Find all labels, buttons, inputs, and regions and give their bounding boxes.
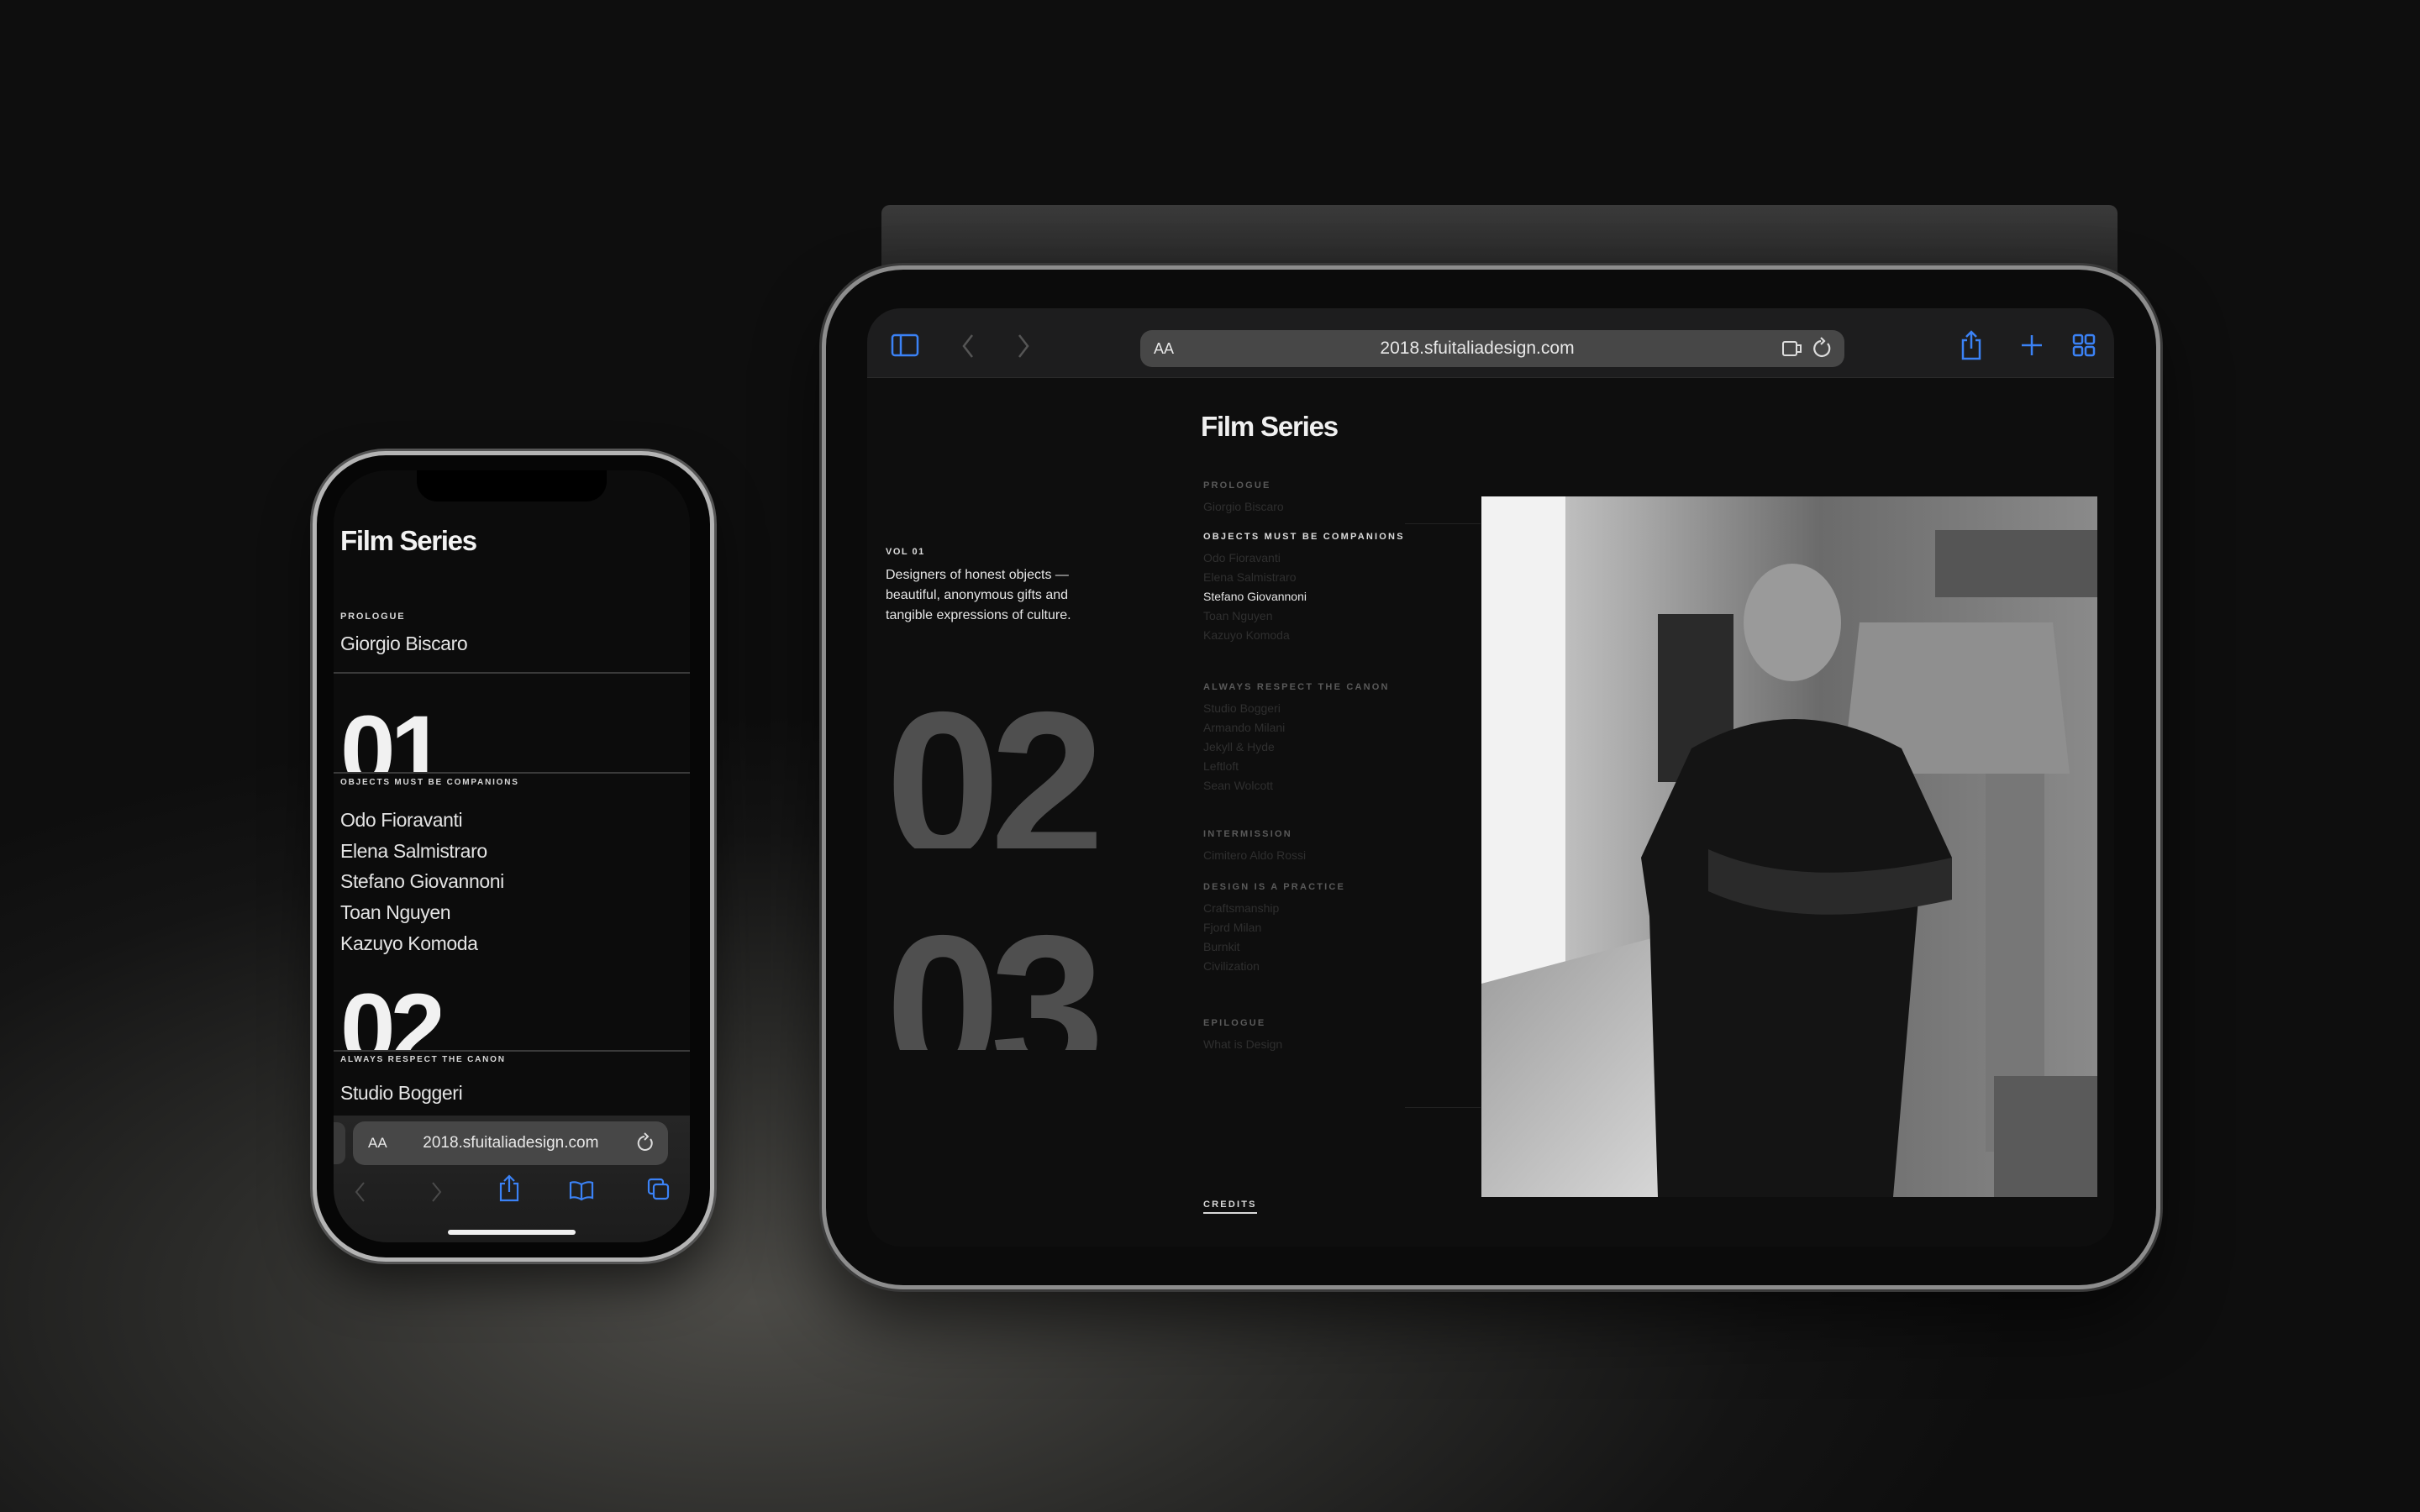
nav-item[interactable]: Toan Nguyen	[1203, 606, 1455, 626]
nav-item[interactable]: Stefano Giovannoni	[340, 866, 504, 897]
chapter-number-text: 02	[886, 678, 1105, 849]
section-label: PROLOGUE	[340, 612, 406, 622]
intro: VOL 01 Designers of honest objects — bea…	[886, 547, 1138, 626]
nav-item[interactable]: Giorgio Biscaro	[1203, 497, 1455, 517]
nav-item[interactable]: Sean Wolcott	[1203, 776, 1455, 795]
nav-item[interactable]: Burnkit	[1203, 937, 1455, 957]
sidebar-icon[interactable]	[891, 333, 919, 357]
nav-item[interactable]: What is Design	[1203, 1035, 1455, 1054]
text-size-button[interactable]: AA	[1154, 340, 1174, 358]
notch	[417, 470, 607, 501]
intro-line: Designers of honest objects —	[886, 568, 1069, 582]
back-icon[interactable]	[352, 1179, 369, 1205]
nav-item[interactable]: Kazuyo Komoda	[1203, 626, 1455, 645]
intro-line: tangible expressions of culture.	[886, 608, 1071, 622]
nav-item[interactable]: Civilization	[1203, 957, 1455, 976]
chapter-number-text: 02	[340, 979, 441, 1050]
text-size-button[interactable]: AA	[368, 1135, 387, 1152]
divider	[334, 772, 690, 774]
divider	[334, 1050, 690, 1052]
chapter-number-02[interactable]: 02	[340, 979, 440, 1050]
share-icon[interactable]	[498, 1174, 520, 1203]
nav-item[interactable]: Studio Boggeri	[1203, 699, 1455, 718]
chapter-number-01[interactable]: 01	[340, 701, 440, 772]
intro-line: beautiful, anonymous gifts and	[886, 588, 1069, 602]
ipad-screen: AA 2018.sfuitaliadesign.com Film Series …	[867, 308, 2114, 1247]
divider	[1405, 1107, 1481, 1108]
nav-section: EPILOGUE What is Design	[1203, 1018, 1455, 1054]
tabs-icon[interactable]	[2072, 333, 2096, 357]
chapter-nav: PROLOGUE Giorgio Biscaro OBJECTS MUST BE C…	[1203, 480, 1455, 1054]
nav-section: PROLOGUE Giorgio Biscaro	[1203, 480, 1455, 517]
reader-icon[interactable]	[1781, 339, 1804, 359]
phone-screen: Film Series PROLOGUE Giorgio Biscaro 01 …	[334, 470, 690, 1242]
bookmarks-icon[interactable]	[569, 1179, 594, 1201]
url-text[interactable]: 2018.sfuitaliadesign.com	[387, 1134, 634, 1152]
nav-item[interactable]: Studio Boggeri	[340, 1082, 463, 1105]
share-icon[interactable]	[1960, 330, 1983, 360]
address-bar[interactable]: AA 2018.sfuitaliadesign.com	[1140, 330, 1844, 367]
home-indicator	[448, 1230, 576, 1235]
nav-item[interactable]: Odo Fioravanti	[340, 805, 504, 836]
nav-item[interactable]: Cimitero Aldo Rossi	[1203, 846, 1455, 865]
portrait-photo	[1481, 496, 2097, 1197]
nav-item[interactable]: Craftsmanship	[1203, 899, 1455, 918]
keyboard-case	[881, 205, 2118, 272]
new-tab-icon[interactable]	[2020, 333, 2044, 357]
nav-section: DESIGN IS A PRACTICE Craftsmanship Fjord M…	[1203, 882, 1455, 976]
nav-item[interactable]: Elena Salmistraro	[340, 836, 504, 867]
section-label[interactable]: OBJECTS MUST BE COMPANIONS	[1203, 532, 1455, 542]
reload-icon[interactable]	[1811, 337, 1836, 360]
chapter-number-02[interactable]: 02	[886, 678, 1188, 849]
credits-link[interactable]: CREDITS	[1203, 1200, 1257, 1214]
tabs-icon[interactable]	[647, 1178, 671, 1201]
section-label[interactable]: PROLOGUE	[1203, 480, 1455, 491]
section-label[interactable]: DESIGN IS A PRACTICE	[1203, 882, 1455, 892]
chapter-number-03[interactable]: 03	[886, 901, 1188, 1051]
nav-item[interactable]: Kazuyo Komoda	[340, 928, 504, 959]
nav-item[interactable]: Jekyll & Hyde	[1203, 738, 1455, 757]
safari-bottom-bar: AA 2018.sfuitaliadesign.com	[334, 1116, 690, 1242]
nav-item[interactable]: Stefano Giovannoni	[1203, 587, 1455, 606]
page-title[interactable]: Film Series	[1201, 411, 1339, 443]
intro-text: Designers of honest objects — beautiful,…	[886, 565, 1138, 626]
address-bar[interactable]: AA 2018.sfuitaliadesign.com	[353, 1121, 668, 1165]
nav-item[interactable]: Fjord Milan	[1203, 918, 1455, 937]
back-icon[interactable]	[960, 333, 976, 359]
section-label[interactable]: EPILOGUE	[1203, 1018, 1455, 1028]
section-list: Odo Fioravanti Elena Salmistraro Stefano…	[340, 805, 504, 959]
nav-section: ALWAYS RESPECT THE CANON Studio Boggeri Ar…	[1203, 682, 1455, 795]
previous-tab-peek[interactable]	[334, 1122, 345, 1164]
chapter-number-text: 03	[886, 901, 1105, 1051]
section-label: OBJECTS MUST BE COMPANIONS	[340, 778, 519, 787]
reload-icon[interactable]	[634, 1132, 656, 1154]
chapter-number-text: 01	[340, 701, 441, 772]
nav-item[interactable]: Leftloft	[1203, 757, 1455, 776]
page-title[interactable]: Film Series	[340, 525, 477, 557]
vol-label: VOL 01	[886, 547, 925, 557]
section-label[interactable]: INTERMISSION	[1203, 829, 1455, 839]
divider	[1405, 523, 1481, 524]
nav-item[interactable]: Armando Milani	[1203, 718, 1455, 738]
nav-item[interactable]: Giorgio Biscaro	[340, 633, 468, 655]
section-label: ALWAYS RESPECT THE CANON	[340, 1055, 506, 1064]
safari-toolbar: AA 2018.sfuitaliadesign.com	[867, 308, 2114, 378]
nav-item[interactable]: Toan Nguyen	[340, 897, 504, 928]
forward-icon[interactable]	[1015, 333, 1032, 359]
nav-item[interactable]: Odo Fioravanti	[1203, 549, 1455, 568]
nav-item[interactable]: Elena Salmistraro	[1203, 568, 1455, 587]
divider	[334, 672, 690, 674]
section-label[interactable]: ALWAYS RESPECT THE CANON	[1203, 682, 1455, 692]
nav-section: INTERMISSION Cimitero Aldo Rossi	[1203, 829, 1455, 865]
nav-section: OBJECTS MUST BE COMPANIONS Odo Fioravanti…	[1203, 532, 1455, 645]
forward-icon[interactable]	[428, 1179, 445, 1205]
url-text[interactable]: 2018.sfuitaliadesign.com	[1174, 339, 1781, 359]
